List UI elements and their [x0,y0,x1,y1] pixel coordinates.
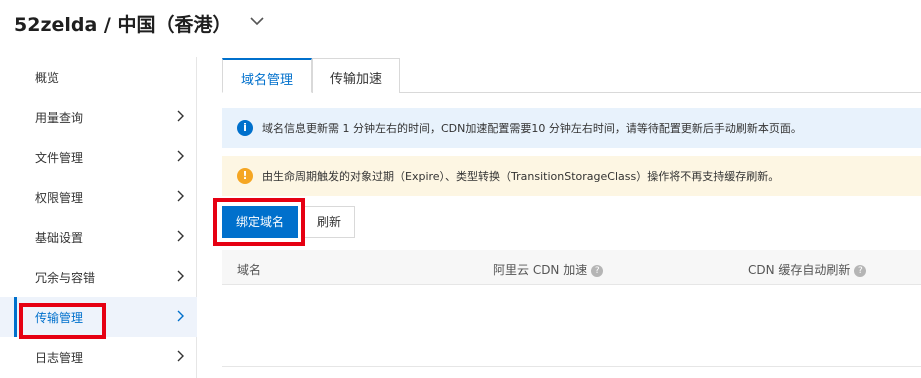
info-icon: i [237,120,253,136]
chevron-down-icon[interactable] [246,10,268,32]
sidebar-item-label: 用量查询 [35,111,84,125]
sidebar-item-logs[interactable]: 日志管理 [0,337,197,377]
bind-domain-button[interactable]: 绑定域名 [222,206,298,238]
column-header-cdn-acceleration: 阿里云 CDN 加速? [493,261,604,278]
chevron-right-icon [177,310,184,322]
sidebar-item-label: 冗余与容错 [35,271,96,285]
warning-alert: ! 由生命周期触发的对象过期（Expire）、类型转换（TransitionSt… [222,156,921,196]
table-body [222,285,921,367]
help-icon[interactable]: ? [591,264,604,277]
warning-alert-text: 由生命周期触发的对象过期（Expire）、类型转换（TransitionStor… [262,170,780,183]
refresh-button[interactable]: 刷新 [303,206,355,238]
sidebar-item-files[interactable]: 文件管理 [0,137,197,177]
table-header: 域名 阿里云 CDN 加速? CDN 缓存自动刷新? [222,250,921,285]
sidebar-item-basic-settings[interactable]: 基础设置 [0,217,197,257]
sidebar-item-label: 日志管理 [35,351,84,365]
sidebar-item-redundancy[interactable]: 冗余与容错 [0,257,197,297]
sidebar-item-label: 权限管理 [35,191,84,205]
header: 52zelda / 中国（香港） [0,0,921,46]
sidebar-item-permissions[interactable]: 权限管理 [0,177,197,217]
tab-transfer-acceleration[interactable]: 传输加速 [312,58,400,93]
sidebar-item-overview[interactable]: 概览 [0,57,197,97]
help-icon[interactable]: ? [854,264,867,277]
warning-icon: ! [237,168,253,184]
chevron-right-icon [177,190,184,202]
sidebar-item-label: 基础设置 [35,231,84,245]
chevron-right-icon [177,230,184,242]
sidebar-item-transfer[interactable]: 传输管理 [0,297,197,337]
sidebar-item-label: 文件管理 [35,151,84,165]
sidebar-item-label: 概览 [35,71,60,85]
chevron-right-icon [177,350,184,362]
tab-domain-management[interactable]: 域名管理 [222,58,312,93]
sidebar-item-label: 传输管理 [35,311,84,325]
column-header-domain: 域名 [237,263,262,277]
chevron-right-icon [177,150,184,162]
info-alert-text: 域名信息更新需 1 分钟左右的时间，CDN加速配置需要10 分钟左右时间，请等待… [262,122,802,135]
page-title: 52zelda / 中国（香港） [14,14,232,36]
sidebar: 概览 用量查询 文件管理 权限管理 基础设置 冗余与容错 传输管理 日志管理 [0,57,197,378]
column-header-cdn-cache-refresh: CDN 缓存自动刷新? [748,261,867,278]
tab-bar: 域名管理 传输加速 [222,58,921,93]
chevron-right-icon [177,110,184,122]
chevron-right-icon [177,270,184,282]
sidebar-item-usage[interactable]: 用量查询 [0,97,197,137]
info-alert: i 域名信息更新需 1 分钟左右的时间，CDN加速配置需要10 分钟左右时间，请… [222,108,921,148]
